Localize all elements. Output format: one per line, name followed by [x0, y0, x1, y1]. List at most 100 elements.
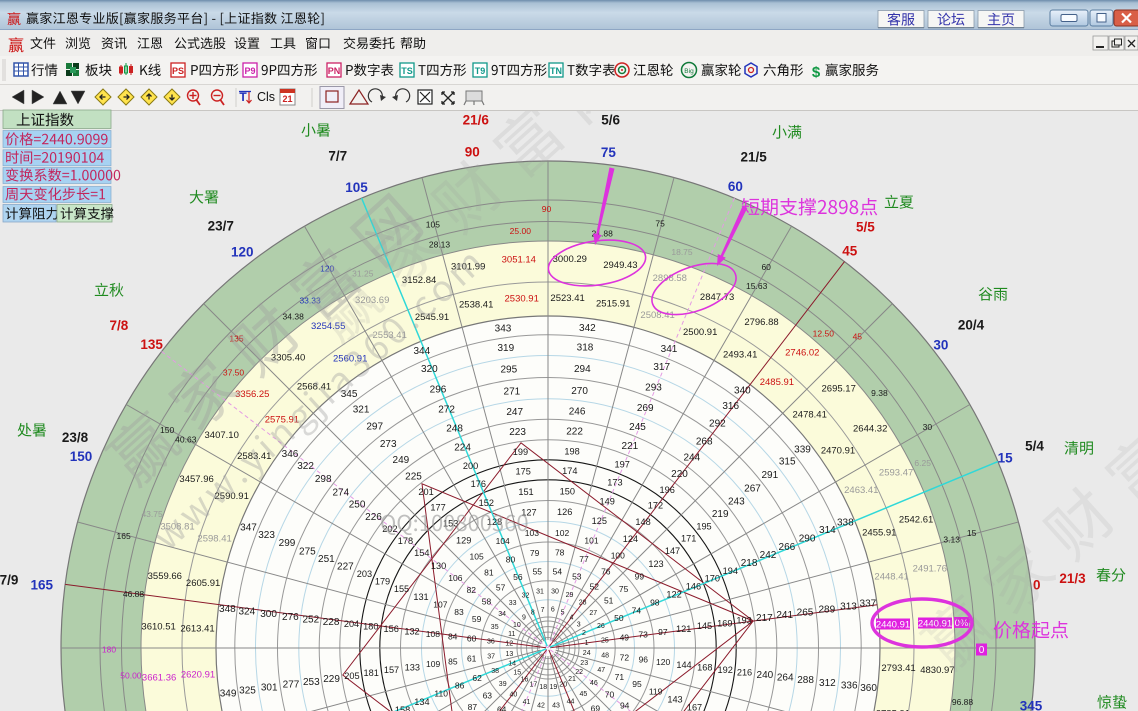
svg-text:195: 195: [696, 521, 711, 531]
svg-text:9.38: 9.38: [871, 388, 888, 398]
svg-text:102: 102: [555, 528, 569, 538]
svg-text:45: 45: [580, 691, 588, 698]
svg-text:341: 341: [661, 344, 678, 355]
svg-text:174: 174: [562, 466, 577, 476]
svg-text:244: 244: [683, 453, 700, 464]
svg-text:146: 146: [686, 582, 701, 592]
svg-text:70: 70: [605, 689, 615, 699]
svg-text:74: 74: [632, 606, 642, 616]
svg-text:264: 264: [777, 673, 794, 684]
svg-text:247: 247: [506, 407, 523, 418]
svg-text:56: 56: [513, 572, 523, 582]
svg-text:318: 318: [577, 342, 594, 353]
svg-text:175: 175: [516, 467, 531, 477]
svg-text:178: 178: [398, 536, 413, 546]
svg-text:6.25: 6.25: [914, 458, 931, 468]
svg-text:T9: T9: [475, 66, 486, 76]
svg-text:205: 205: [344, 671, 359, 681]
svg-text:34.38: 34.38: [283, 312, 305, 322]
svg-text:9: 9: [522, 615, 526, 622]
svg-text:204: 204: [344, 619, 359, 629]
svg-text:266: 266: [779, 542, 796, 553]
svg-text:194: 194: [723, 566, 738, 576]
svg-text:10: 10: [513, 622, 521, 629]
svg-text:61: 61: [467, 654, 477, 664]
svg-text:222: 222: [566, 427, 583, 438]
svg-text:200: 200: [463, 461, 478, 471]
svg-text:277: 277: [283, 680, 300, 691]
svg-text:338: 338: [837, 517, 854, 528]
svg-text:3559.66: 3559.66: [148, 571, 182, 582]
svg-text:173: 173: [607, 478, 622, 488]
svg-text:39: 39: [499, 681, 507, 688]
svg-text:95: 95: [632, 679, 642, 689]
svg-text:2440.91: 2440.91: [876, 620, 910, 631]
svg-text:151: 151: [518, 487, 533, 497]
svg-text:63: 63: [483, 690, 493, 700]
svg-text:55: 55: [533, 567, 543, 577]
svg-text:4830.97: 4830.97: [920, 665, 954, 676]
svg-text:16: 16: [521, 677, 529, 684]
svg-text:181: 181: [364, 668, 379, 678]
svg-text:129: 129: [456, 535, 471, 545]
svg-text:84: 84: [448, 631, 458, 641]
svg-text:64: 64: [497, 705, 507, 711]
svg-text:157: 157: [384, 665, 399, 675]
svg-text:344: 344: [413, 346, 430, 357]
svg-text:40: 40: [510, 691, 518, 698]
svg-text:298: 298: [315, 474, 332, 485]
svg-text:170: 170: [705, 574, 720, 584]
svg-text:292: 292: [709, 419, 726, 430]
svg-text:46.88: 46.88: [123, 589, 145, 599]
svg-text:144: 144: [676, 660, 691, 670]
svg-text:Big: Big: [684, 68, 694, 75]
svg-text:30: 30: [923, 422, 933, 432]
svg-text:134: 134: [414, 697, 429, 707]
svg-text:48: 48: [601, 653, 609, 660]
svg-text:3000.29: 3000.29: [553, 254, 587, 265]
svg-text:20/4: 20/4: [958, 317, 985, 332]
svg-text:267: 267: [744, 484, 761, 495]
svg-text:2593.47: 2593.47: [879, 468, 913, 479]
svg-text:165: 165: [117, 531, 131, 541]
svg-text:75: 75: [619, 584, 629, 594]
svg-text:45: 45: [842, 243, 858, 258]
svg-text:270: 270: [571, 386, 588, 397]
svg-text:288: 288: [797, 675, 814, 686]
svg-text:2568.41: 2568.41: [297, 382, 331, 393]
svg-text:104: 104: [496, 536, 510, 546]
svg-text:37.50: 37.50: [223, 368, 245, 378]
svg-text:177: 177: [430, 503, 445, 513]
svg-text:192: 192: [718, 665, 733, 675]
svg-text:197: 197: [615, 460, 630, 470]
svg-text:21: 21: [282, 94, 292, 104]
svg-text:54: 54: [553, 567, 563, 577]
svg-text:26: 26: [597, 623, 605, 630]
svg-text:224: 224: [454, 442, 471, 453]
svg-text:312: 312: [819, 678, 836, 689]
svg-text:81: 81: [484, 567, 494, 577]
svg-text:15: 15: [967, 528, 977, 538]
svg-text:32: 32: [522, 593, 530, 600]
svg-text:296: 296: [430, 384, 447, 395]
svg-text:2: 2: [582, 630, 586, 637]
svg-text:150: 150: [560, 486, 575, 496]
svg-text:21/3: 21/3: [1059, 571, 1086, 586]
svg-text:31.25: 31.25: [352, 268, 374, 278]
svg-text:251: 251: [318, 554, 335, 565]
svg-text:342: 342: [579, 323, 596, 334]
svg-text:3407.10: 3407.10: [205, 430, 239, 441]
svg-text:53: 53: [572, 572, 582, 582]
svg-text:41: 41: [523, 699, 531, 706]
svg-text:2500.91: 2500.91: [683, 327, 717, 338]
svg-text:101: 101: [584, 535, 598, 545]
svg-text:121: 121: [676, 624, 691, 634]
svg-text:119: 119: [649, 686, 663, 696]
svg-text:80: 80: [506, 555, 516, 565]
svg-text:317: 317: [653, 362, 670, 373]
svg-text:107: 107: [433, 600, 447, 610]
svg-text:347: 347: [240, 523, 257, 534]
svg-text:51: 51: [604, 596, 614, 606]
svg-text:289: 289: [818, 604, 835, 615]
svg-text:276: 276: [282, 612, 299, 623]
